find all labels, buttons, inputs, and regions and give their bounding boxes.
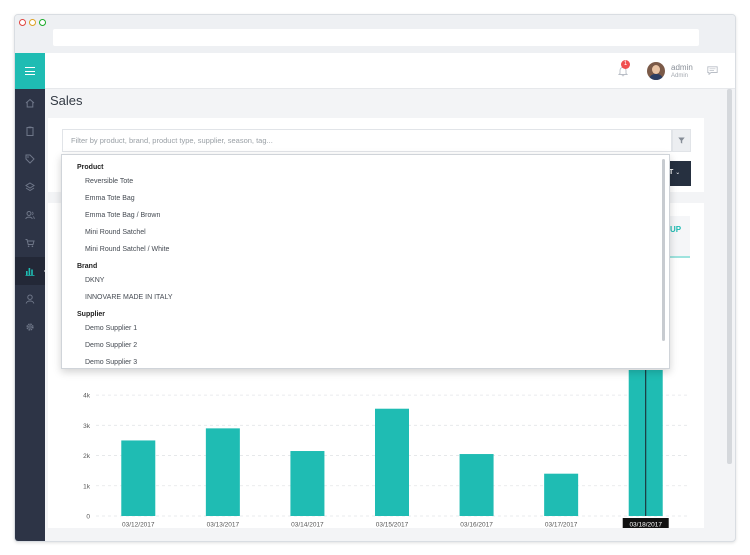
clipboard-icon: [26, 126, 34, 136]
chart-bar[interactable]: [121, 440, 156, 516]
sidebar-item-sales[interactable]: [15, 257, 49, 285]
sidebar-item-settings[interactable]: [15, 313, 45, 341]
dropdown-option[interactable]: Emma Tote Bag: [85, 195, 135, 202]
dropdown-group-label: Product: [77, 164, 104, 171]
tag-icon: [25, 154, 35, 164]
x-tick-label: 03/17/2017: [545, 522, 578, 529]
maximize-window-button[interactable]: [39, 19, 46, 26]
user-role: Admin: [671, 73, 689, 79]
sidebar-item-customers[interactable]: [15, 201, 45, 229]
sidebar: [15, 89, 49, 541]
window-controls: [19, 19, 46, 26]
sidebar-item-tags[interactable]: [15, 145, 45, 173]
x-tick-label: 03/13/2017: [207, 522, 240, 529]
x-tick-label: 03/12/2017: [122, 522, 155, 529]
close-window-button[interactable]: [19, 19, 26, 26]
sidebar-item-layers[interactable]: [15, 173, 45, 201]
x-tick-label: 03/15/2017: [376, 522, 409, 529]
sales-bar-chart: 0 1k 2k 3k 4k 03/12/2017 03/13/2017 03/14/2017 0…: [83, 370, 688, 529]
dropdown-option[interactable]: Demo Supplier 2: [85, 342, 137, 349]
dropdown-option[interactable]: INNOVARE MADE IN ITALY: [85, 294, 173, 301]
y-tick-label: 0: [86, 514, 90, 521]
sidebar-item-orders[interactable]: [15, 117, 45, 145]
chart-bar[interactable]: [205, 428, 240, 516]
user-icon: [25, 294, 35, 304]
address-bar[interactable]: [53, 29, 699, 46]
page-scrollbar[interactable]: [727, 89, 732, 464]
chart-bar[interactable]: [375, 408, 409, 516]
dropdown-option[interactable]: Emma Tote Bag / Brown: [85, 212, 160, 219]
filter-button[interactable]: [672, 129, 691, 152]
chart-bar[interactable]: [290, 451, 325, 516]
bar-chart-icon: [25, 268, 35, 276]
filter-icon: [678, 137, 685, 144]
gear-icon: [26, 323, 34, 331]
notification-badge: 1: [621, 60, 630, 69]
x-tick-label: 03/14/2017: [291, 522, 324, 529]
dropdown-group-label: Brand: [77, 263, 98, 270]
top-header: 1 admin Admin: [45, 53, 735, 89]
y-tick-label: 2k: [83, 453, 91, 460]
y-tick-label: 1k: [83, 483, 91, 490]
sidebar-item-home[interactable]: [15, 89, 45, 117]
user-name[interactable]: admin: [671, 63, 693, 72]
sidebar-item-cart[interactable]: [15, 229, 45, 257]
chevron-down-icon: ⌄: [675, 170, 681, 176]
menu-toggle-button[interactable]: [15, 53, 45, 89]
x-tick-label: 03/16/2017: [460, 522, 493, 529]
chart-bar[interactable]: [459, 454, 494, 516]
browser-titlebar: [15, 15, 735, 53]
filter-suggestions-dropdown: Product Reversible Tote Emma Tote Bag Emma …: [61, 154, 670, 369]
search-input[interactable]: Filter by product, brand, product type, …: [62, 129, 672, 152]
layers-icon: [25, 182, 35, 192]
page-title: Sales: [50, 93, 83, 108]
dropdown-option[interactable]: Mini Round Satchel / White: [85, 246, 169, 253]
dropdown-option[interactable]: Reversible Tote: [85, 178, 133, 185]
x-tick-label: 03/18/2017: [629, 522, 662, 529]
dropdown-option[interactable]: DKNY: [85, 277, 104, 284]
home-icon: [25, 98, 35, 108]
chat-icon[interactable]: [707, 66, 718, 75]
dropdown-option[interactable]: Demo Supplier 3: [85, 359, 137, 366]
sidebar-item-users[interactable]: [15, 285, 45, 313]
users-icon: [25, 211, 35, 220]
chart-bar[interactable]: [544, 473, 579, 516]
avatar[interactable]: [647, 62, 665, 80]
minimize-window-button[interactable]: [29, 19, 36, 26]
y-tick-label: 3k: [83, 423, 91, 430]
y-tick-label: 4k: [83, 393, 91, 400]
cart-icon: [25, 239, 35, 248]
chart-tab-label[interactable]: UP: [670, 225, 681, 234]
dropdown-option[interactable]: Mini Round Satchel: [85, 229, 146, 236]
hamburger-icon: [25, 67, 35, 75]
dropdown-scrollbar[interactable]: [662, 159, 665, 341]
dropdown-group-label: Supplier: [77, 311, 106, 318]
dropdown-option[interactable]: Demo Supplier 1: [85, 325, 137, 332]
